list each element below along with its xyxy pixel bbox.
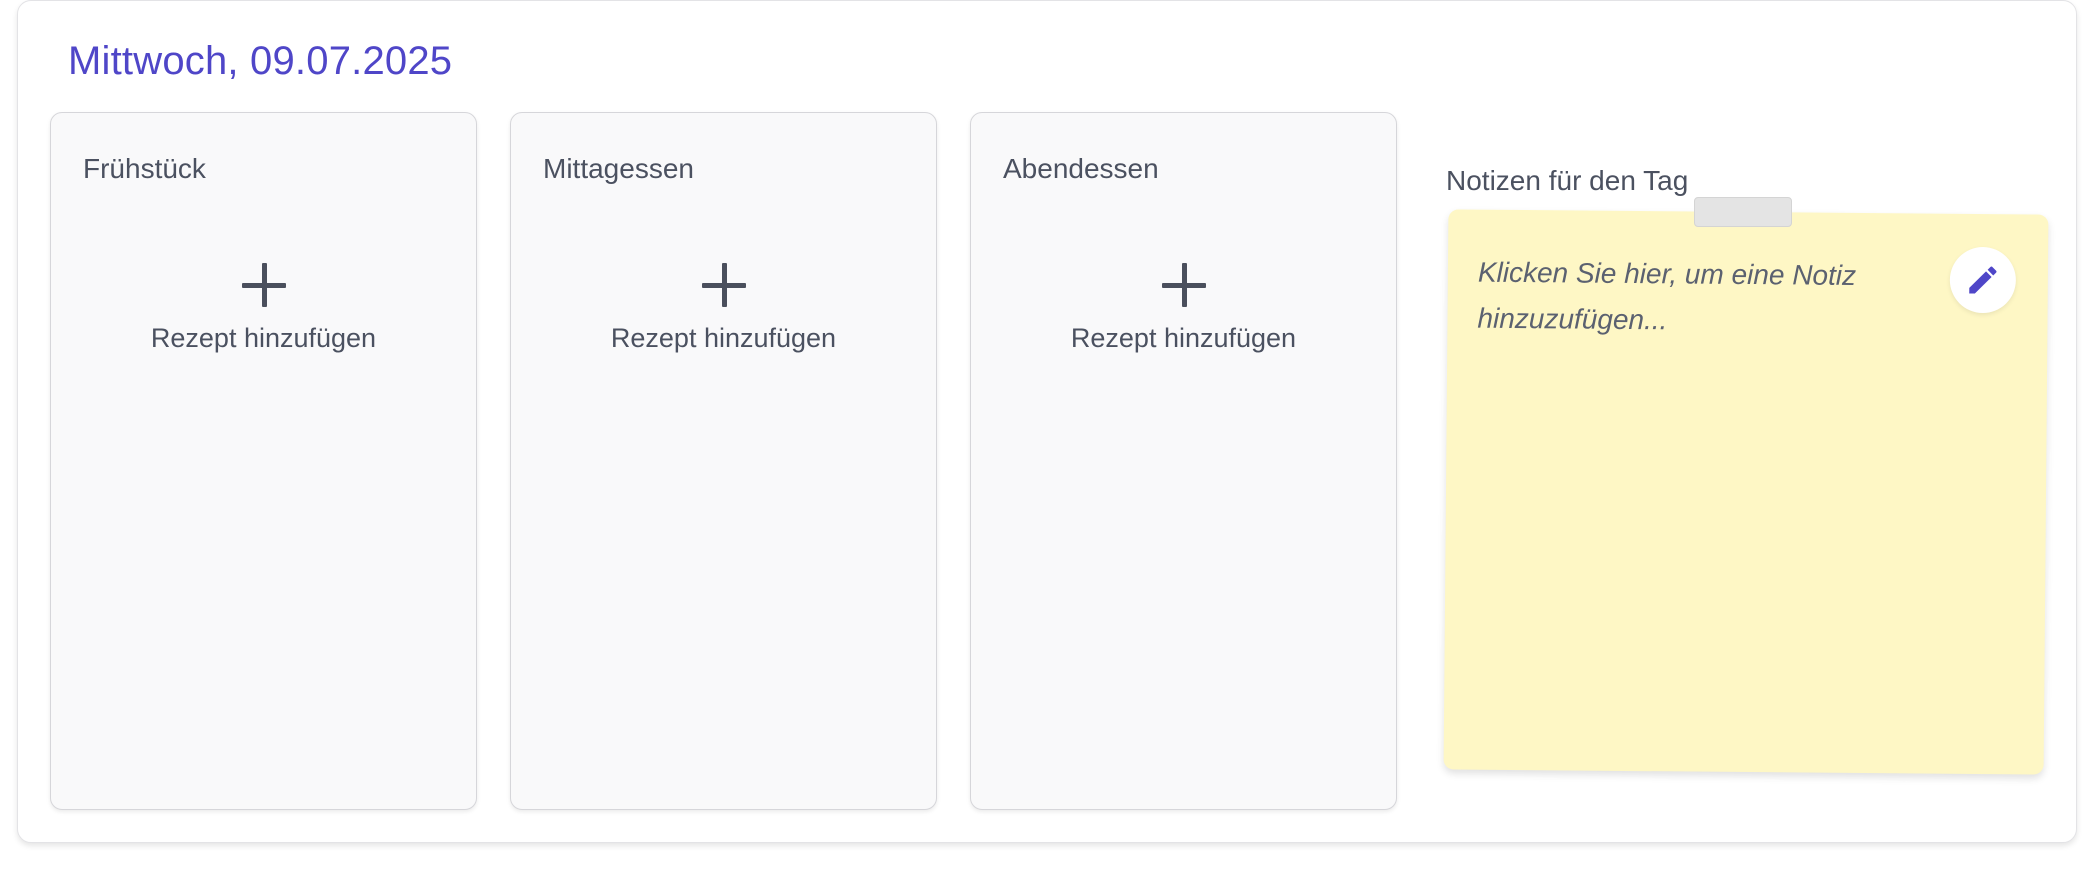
note-placeholder[interactable]: Klicken Sie hier, um eine Notiz hinzuzuf… <box>1477 250 1938 346</box>
meal-title-dinner: Abendessen <box>1003 153 1159 184</box>
notes-label: Notizen für den Tag <box>1446 165 1689 196</box>
plus-icon <box>241 263 286 307</box>
sticky-note[interactable]: Klicken Sie hier, um eine Notiz hinzuzuf… <box>1443 209 2049 775</box>
meal-title-lunch: Mittagessen <box>543 153 694 184</box>
plus-icon <box>1161 263 1206 307</box>
add-recipe-button-breakfast[interactable]: Rezept hinzufügen <box>51 263 476 373</box>
meal-card-dinner: Abendessen Rezept hinzufügen <box>970 112 1397 810</box>
add-recipe-label: Rezept hinzufügen <box>150 323 377 353</box>
add-recipe-button-dinner[interactable]: Rezept hinzufügen <box>971 263 1396 373</box>
add-recipe-label: Rezept hinzufügen <box>1070 323 1297 353</box>
edit-note-button[interactable] <box>1949 246 2017 314</box>
plus-icon <box>701 263 746 307</box>
meal-card-lunch: Mittagessen Rezept hinzufügen <box>510 112 937 810</box>
add-recipe-button-lunch[interactable]: Rezept hinzufügen <box>511 263 936 373</box>
pencil-icon <box>1969 266 1997 294</box>
tape-decoration <box>1694 197 1792 227</box>
add-recipe-label: Rezept hinzufügen <box>610 323 837 353</box>
meal-title-breakfast: Frühstück <box>83 153 206 184</box>
meal-card-breakfast: Frühstück Rezept hinzufügen <box>50 112 477 810</box>
day-title: Mittwoch, 09.07.2025 <box>68 39 453 83</box>
